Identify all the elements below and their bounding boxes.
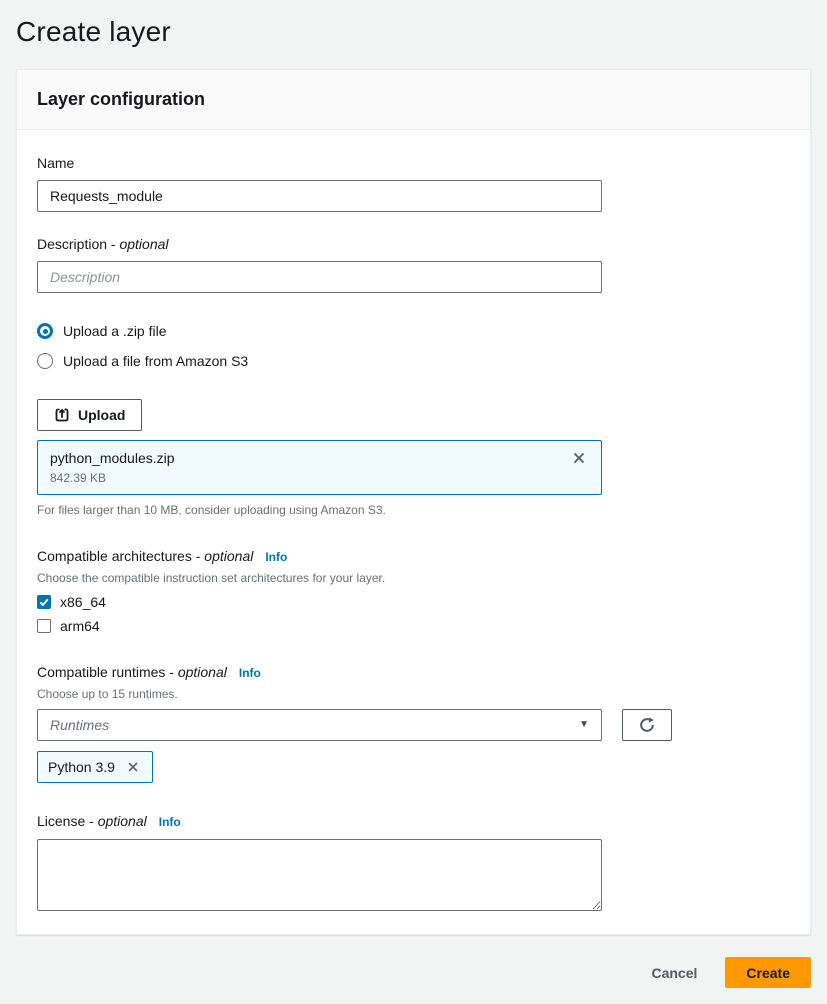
checkbox-arm64[interactable]: arm64: [37, 618, 790, 634]
radio-unselected-icon: [37, 353, 53, 369]
runtimes-label-text: Compatible runtimes -: [37, 664, 178, 680]
runtimes-select[interactable]: Runtimes ▼: [37, 709, 602, 741]
create-layer-page: Create layer Layer configuration Name De…: [0, 0, 827, 1004]
runtime-token-label: Python 3.9: [48, 757, 115, 777]
runtimes-info-link[interactable]: Info: [239, 666, 261, 680]
radio-upload-zip[interactable]: Upload a .zip file: [37, 321, 790, 341]
architectures-info-link[interactable]: Info: [265, 550, 287, 564]
license-textarea[interactable]: [37, 839, 602, 911]
cancel-button[interactable]: Cancel: [651, 961, 697, 985]
upload-button-label: Upload: [78, 407, 125, 423]
runtimes-section: Compatible runtimes - optional Info Choos…: [37, 662, 790, 783]
create-button[interactable]: Create: [725, 957, 811, 988]
license-info-link[interactable]: Info: [159, 815, 181, 829]
license-label: License - optional Info: [37, 811, 790, 832]
name-label: Name: [37, 153, 790, 173]
uploaded-file-size: 842.39 KB: [50, 470, 175, 486]
panel-header: Layer configuration: [17, 70, 810, 130]
checkbox-checked-icon: [37, 595, 51, 609]
name-input[interactable]: [37, 180, 602, 212]
upload-source-group: Upload a .zip file Upload a file from Am…: [37, 321, 790, 371]
layer-configuration-panel: Layer configuration Name Description - o…: [16, 69, 811, 935]
architectures-label-text: Compatible architectures -: [37, 548, 204, 564]
license-optional-text: optional: [98, 813, 147, 829]
description-input[interactable]: [37, 261, 602, 293]
architectures-label: Compatible architectures - optional Info: [37, 546, 790, 567]
checkbox-x86-64[interactable]: x86_64: [37, 594, 790, 610]
runtimes-label: Compatible runtimes - optional Info: [37, 662, 790, 683]
checkbox-unchecked-icon: [37, 619, 51, 633]
chevron-down-icon: ▼: [579, 720, 589, 730]
checkbox-arm64-label: arm64: [60, 618, 100, 634]
runtimes-optional-text: optional: [178, 664, 227, 680]
description-label: Description - optional: [37, 234, 790, 254]
upload-icon: [54, 407, 70, 423]
architectures-optional-text: optional: [204, 548, 253, 564]
runtime-token-python39: Python 3.9: [37, 751, 153, 783]
uploaded-file-box: python_modules.zip 842.39 KB: [37, 440, 602, 495]
panel-header-title: Layer configuration: [37, 89, 790, 110]
form-actions: Cancel Create: [16, 957, 811, 988]
runtimes-hint: Choose up to 15 runtimes.: [37, 686, 790, 702]
architectures-section: Compatible architectures - optionalInfo …: [37, 546, 790, 634]
description-label-text: Description -: [37, 236, 119, 252]
license-section: License - optional Info: [37, 811, 790, 911]
refresh-icon: [638, 716, 656, 734]
remove-file-button[interactable]: [569, 448, 589, 468]
checkbox-x86-64-label: x86_64: [60, 594, 106, 610]
remove-runtime-button[interactable]: [124, 758, 142, 776]
panel-body: Name Description - optional Upload a .zi…: [17, 130, 810, 934]
description-optional-text: optional: [119, 236, 168, 252]
radio-upload-s3[interactable]: Upload a file from Amazon S3: [37, 351, 790, 371]
architectures-hint: Choose the compatible instruction set ar…: [37, 570, 790, 586]
license-label-text: License -: [37, 813, 98, 829]
refresh-runtimes-button[interactable]: [622, 709, 672, 741]
radio-selected-icon: [37, 323, 53, 339]
close-icon: [126, 762, 140, 777]
file-size-hint: For files larger than 10 MB, consider up…: [37, 502, 790, 518]
uploaded-file-name: python_modules.zip: [50, 448, 175, 468]
uploaded-file-info: python_modules.zip 842.39 KB: [50, 448, 175, 486]
runtimes-select-placeholder: Runtimes: [50, 717, 109, 733]
radio-upload-zip-label: Upload a .zip file: [63, 321, 167, 341]
page-title: Create layer: [16, 16, 811, 48]
radio-upload-s3-label: Upload a file from Amazon S3: [63, 351, 248, 371]
upload-button[interactable]: Upload: [37, 399, 142, 431]
close-icon: [571, 454, 587, 469]
